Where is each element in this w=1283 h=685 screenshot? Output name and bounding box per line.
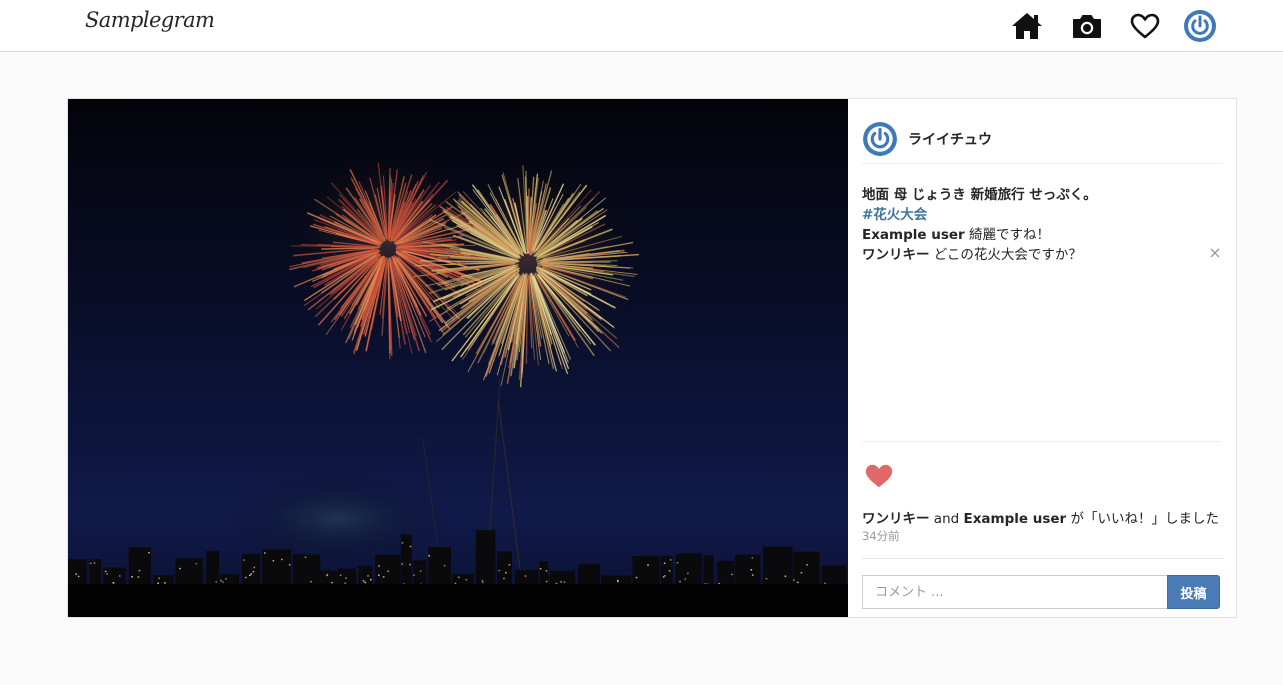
- likes-section: ワンリキー and Example user が「いいね！」しました 34分前: [862, 441, 1222, 559]
- liker-name[interactable]: ワンリキー: [862, 511, 930, 527]
- comment-author[interactable]: Example user: [862, 227, 965, 243]
- post-card: ライイチュウ 地面 母 じょうき 新婚旅行 せっぷく。 #花火大会 Exampl…: [67, 98, 1237, 618]
- post-header: ライイチュウ: [862, 99, 1222, 164]
- user-avatar-power-icon[interactable]: [862, 121, 898, 157]
- comment-author[interactable]: ワンリキー: [862, 247, 930, 263]
- brand-logo[interactable]: Samplegram: [85, 8, 215, 32]
- camera-icon[interactable]: [1070, 9, 1104, 43]
- likes-suffix: が「いいね！」しました: [1066, 511, 1219, 527]
- comment-input[interactable]: [862, 575, 1168, 609]
- comment-row: Example user 綺麗ですね！: [862, 225, 1222, 245]
- home-icon[interactable]: [1010, 9, 1044, 43]
- comment-row: ワンリキー どこの花火大会ですか？: [862, 245, 1222, 265]
- post-caption: 地面 母 じょうき 新婚旅行 せっぷく。: [862, 187, 1097, 203]
- like-heart-icon[interactable]: [864, 462, 894, 490]
- comment-text: どこの花火大会ですか？: [929, 247, 1082, 263]
- post-username[interactable]: ライイチュウ: [908, 129, 992, 149]
- likes-summary: ワンリキー and Example user が「いいね！」しました: [862, 507, 1219, 527]
- likes-connector: and: [929, 511, 964, 527]
- hashtag-link[interactable]: #花火大会: [862, 207, 927, 223]
- comment-text: 綺麗ですね！: [964, 227, 1051, 243]
- heart-outline-icon[interactable]: [1128, 9, 1162, 43]
- post-time: 34分前: [862, 529, 900, 543]
- caption-and-comments: 地面 母 じょうき 新婚旅行 せっぷく。 #花火大会 Example user …: [862, 185, 1222, 265]
- top-navbar: Samplegram: [0, 0, 1283, 52]
- submit-comment-button[interactable]: 投稿: [1167, 575, 1220, 609]
- post-photo: [68, 99, 848, 617]
- power-avatar-icon[interactable]: [1183, 9, 1217, 43]
- delete-comment-icon[interactable]: ×: [1208, 245, 1222, 261]
- post-side-panel: ライイチュウ 地面 母 じょうき 新婚旅行 せっぷく。 #花火大会 Exampl…: [862, 99, 1224, 617]
- comment-form: 投稿: [862, 558, 1224, 617]
- liker-name[interactable]: Example user: [963, 511, 1066, 527]
